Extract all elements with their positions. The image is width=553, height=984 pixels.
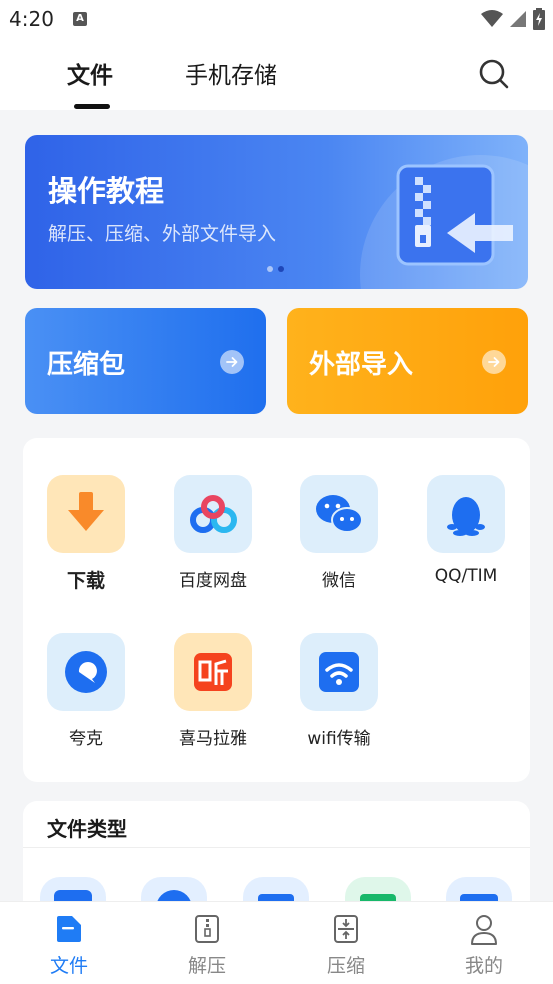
bottom-nav: 文件 解压 压缩 我的 <box>0 901 553 984</box>
status-bar: 4:20 A <box>0 0 553 38</box>
app-wifi-transfer[interactable]: wifi传输 <box>284 633 394 749</box>
qq-icon <box>427 475 505 553</box>
top-header: 文件 手机存储 <box>0 38 553 110</box>
cell-signal-icon <box>510 11 526 27</box>
nav-extract[interactable]: 解压 <box>152 902 262 984</box>
external-import-card[interactable]: 外部导入 <box>287 308 528 414</box>
arrow-right-icon <box>482 350 506 374</box>
tab-files[interactable]: 文件 <box>67 56 113 90</box>
nav-compress[interactable]: 压缩 <box>291 902 401 984</box>
status-icons <box>481 8 545 30</box>
banner-pagination <box>267 266 284 272</box>
source-apps-panel: 下载 百度网盘 微信 QQ/TIM 夸克 喜马拉雅 wifi传输 <box>23 438 530 782</box>
app-wechat[interactable]: 微信 <box>284 475 394 591</box>
app-label: wifi传输 <box>307 729 371 749</box>
zip-package-card[interactable]: 压缩包 <box>25 308 266 414</box>
app-label: 喜马拉雅 <box>179 729 247 749</box>
zip-package-label: 压缩包 <box>47 350 126 380</box>
quark-icon <box>47 633 125 711</box>
arrow-right-icon <box>220 350 244 374</box>
app-label: 下载 <box>66 570 105 592</box>
nav-profile[interactable]: 我的 <box>429 902 539 984</box>
wifi-signal-icon <box>481 10 503 27</box>
file-icon <box>57 916 81 942</box>
wechat-icon <box>300 475 378 553</box>
profile-icon <box>471 915 497 945</box>
nav-files[interactable]: 文件 <box>14 902 124 984</box>
tab-phone-storage[interactable]: 手机存储 <box>185 56 277 90</box>
zip-import-illustration <box>396 164 513 266</box>
app-ximalaya[interactable]: 喜马拉雅 <box>158 633 268 749</box>
app-label: 微信 <box>322 571 356 591</box>
nav-label: 解压 <box>187 955 226 977</box>
banner-subtitle: 解压、压缩、外部文件导入 <box>48 223 277 245</box>
banner-dot-active <box>278 266 284 272</box>
extract-icon <box>195 915 219 943</box>
status-time: 4:20 <box>9 7 54 31</box>
battery-icon <box>533 8 545 30</box>
banner-title: 操作教程 <box>48 174 165 208</box>
app-label: 百度网盘 <box>179 571 247 591</box>
nav-label: 文件 <box>49 955 88 977</box>
file-types-title: 文件类型 <box>47 817 127 841</box>
app-quark[interactable]: 夸克 <box>31 633 141 749</box>
download-icon <box>47 475 125 553</box>
app-download[interactable]: 下载 <box>31 475 141 593</box>
banner-dot <box>267 266 273 272</box>
divider <box>23 847 530 848</box>
app-label: 夸克 <box>69 729 103 749</box>
external-import-label: 外部导入 <box>309 350 414 380</box>
compress-icon <box>334 915 358 943</box>
app-qq[interactable]: QQ/TIM <box>411 475 521 586</box>
ximalaya-icon <box>174 633 252 711</box>
baidu-netdisk-icon <box>174 475 252 553</box>
nav-label: 我的 <box>464 955 503 977</box>
wifi-transfer-icon <box>300 633 378 711</box>
app-baidu-netdisk[interactable]: 百度网盘 <box>158 475 268 591</box>
active-tab-indicator <box>74 104 110 109</box>
notification-icon: A <box>73 12 87 26</box>
tutorial-banner[interactable]: 操作教程 解压、压缩、外部文件导入 <box>25 135 528 289</box>
nav-label: 压缩 <box>326 955 365 977</box>
search-icon[interactable] <box>476 56 512 92</box>
app-label: QQ/TIM <box>434 566 498 586</box>
